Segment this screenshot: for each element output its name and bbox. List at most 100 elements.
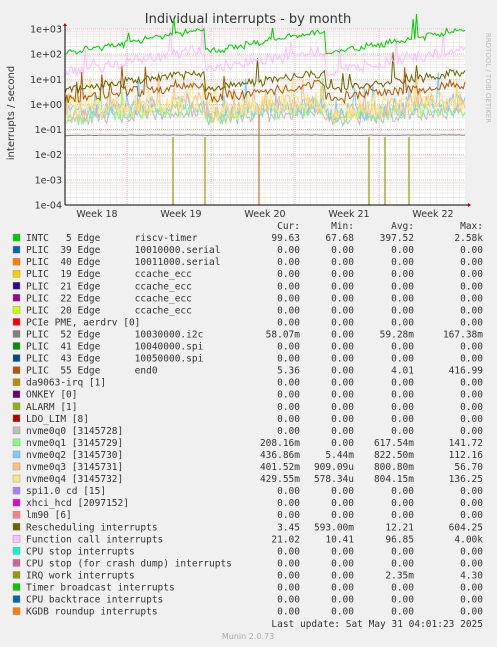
legend-swatch [12, 390, 21, 398]
legend-max: 0.00 [460, 354, 483, 365]
legend-label: nvme0q2 [3145730] [26, 450, 123, 461]
legend-swatch [12, 342, 21, 350]
legend-max: 0.00 [460, 402, 483, 413]
legend-swatch [12, 233, 21, 242]
legend-label: nvme0q0 [3145728] [26, 426, 123, 437]
legend-swatch [12, 607, 21, 615]
legend-avg: 0.00 [391, 583, 414, 594]
legend-cur: 0.00 [277, 583, 300, 594]
legend-min: 5.44m [325, 450, 354, 461]
legend-avg: 2.35m [385, 570, 414, 581]
legend-cur: 0.00 [277, 595, 300, 606]
legend-cur: 0.00 [277, 354, 300, 365]
legend-cur: 0.00 [277, 414, 300, 425]
legend-cur: 0.00 [277, 245, 300, 256]
legend-swatch [12, 571, 21, 579]
legend-avg: 0.00 [391, 293, 414, 304]
legend-cur: 0.00 [277, 342, 300, 353]
legend-min: 0.00 [331, 607, 354, 618]
legend-max: 4.30 [460, 570, 483, 581]
legend-label: PLIC 43 Edge 10050000.spi [26, 354, 204, 365]
legend-min: 0.00 [331, 281, 354, 292]
legend-min: 0.00 [331, 366, 354, 377]
legend-label: Function call interrupts [26, 534, 163, 545]
legend-label: KGDB roundup interrupts [26, 607, 158, 618]
legend-header: Min: [331, 221, 354, 232]
legend-label: nvme0q3 [3145731] [26, 462, 123, 473]
legend-swatch [12, 270, 21, 278]
legend-cur: 21.02 [271, 534, 300, 545]
legend-swatch [12, 282, 21, 290]
legend-label: IRQ work interrupts [26, 570, 135, 581]
legend-avg: 804.15m [374, 474, 414, 485]
legend-max: 0.00 [460, 498, 483, 509]
x-tick-label: Week 19 [160, 209, 201, 220]
x-tick-label: Week 18 [76, 209, 117, 220]
chart-title: Individual interrupts - by month [145, 12, 351, 27]
legend-avg: 0.00 [391, 281, 414, 292]
legend-avg: 0.00 [391, 426, 414, 437]
legend-max: 112.16 [449, 450, 484, 461]
legend-cur: 0.00 [277, 558, 300, 569]
legend-avg: 0.00 [391, 342, 414, 353]
y-tick-label: 1e+01 [30, 75, 62, 86]
legend-avg: 800.80m [374, 462, 414, 473]
legend-avg: 0.00 [391, 414, 414, 425]
legend-max: 141.72 [449, 438, 483, 449]
legend-swatch [12, 511, 21, 519]
legend-min: 0.00 [331, 570, 354, 581]
legend-swatch [12, 354, 21, 362]
legend-avg: 0.00 [391, 257, 414, 268]
legend-header: Cur: [277, 221, 300, 232]
legend-avg: 0.00 [391, 510, 414, 521]
legend-min: 0.00 [331, 426, 354, 437]
legend-avg: 0.00 [391, 245, 414, 256]
legend-swatch [12, 523, 21, 531]
legend-min: 0.00 [331, 402, 354, 413]
legend-cur: 401.52m [260, 462, 300, 473]
legend-header: Max: [460, 221, 483, 232]
legend-max: 0.00 [460, 607, 483, 618]
legend-label: PLIC 20 Edge ccache_ecc [26, 305, 192, 316]
legend-cur: 0.00 [277, 498, 300, 509]
legend-min: 0.00 [331, 486, 354, 497]
legend-label: PLIC 55 Edge end0 [26, 366, 158, 377]
legend-min: 0.00 [331, 245, 354, 256]
x-tick-label: Week 20 [244, 209, 285, 220]
legend-swatch [12, 366, 21, 374]
legend-avg: 0.00 [391, 390, 414, 401]
legend-max: 0.00 [460, 595, 483, 606]
legend-swatch [12, 426, 21, 435]
legend-avg: 0.00 [391, 486, 414, 497]
legend-header: Avg: [391, 221, 414, 232]
y-axis-label: interrupts / second [6, 66, 17, 160]
legend-min: 909.09u [314, 462, 354, 473]
legend-min: 0.00 [331, 583, 354, 594]
legend-max: 0.00 [460, 281, 483, 292]
legend-label: xhci_hcd [2097152] [26, 498, 129, 509]
legend-swatch [12, 583, 21, 591]
legend-label: CPU stop (for crash dump) interrupts [26, 558, 232, 569]
legend-cur: 0.00 [277, 293, 300, 304]
legend-max: 56.70 [454, 462, 483, 473]
legend-max: 0.00 [460, 583, 483, 594]
legend-label: ONKEY [0] [26, 390, 77, 401]
legend-min: 0.00 [331, 293, 354, 304]
legend-cur: 0.00 [277, 390, 300, 401]
legend-cur: 429.55m [260, 474, 300, 485]
legend-swatch [12, 414, 21, 422]
legend-max: 2.58k [454, 233, 483, 244]
legend-avg: 4.01 [391, 366, 414, 377]
legend-max: 0.00 [460, 293, 483, 304]
legend-label: da9063-irq [1] [26, 378, 106, 389]
y-tick-label: 1e-04 [35, 201, 62, 212]
legend-max: 0.00 [460, 390, 483, 401]
legend-swatch [12, 486, 21, 495]
legend-cur: 0.00 [277, 305, 300, 316]
legend-avg: 397.52 [380, 233, 414, 244]
legend-max: 0.00 [460, 426, 483, 437]
legend-label: PLIC 41 Edge 10040000.spi [26, 342, 204, 353]
legend-min: 0.00 [331, 595, 354, 606]
munin-graph: Individual interrupts - by month interru… [0, 0, 497, 647]
legend-max: 0.00 [460, 546, 483, 557]
